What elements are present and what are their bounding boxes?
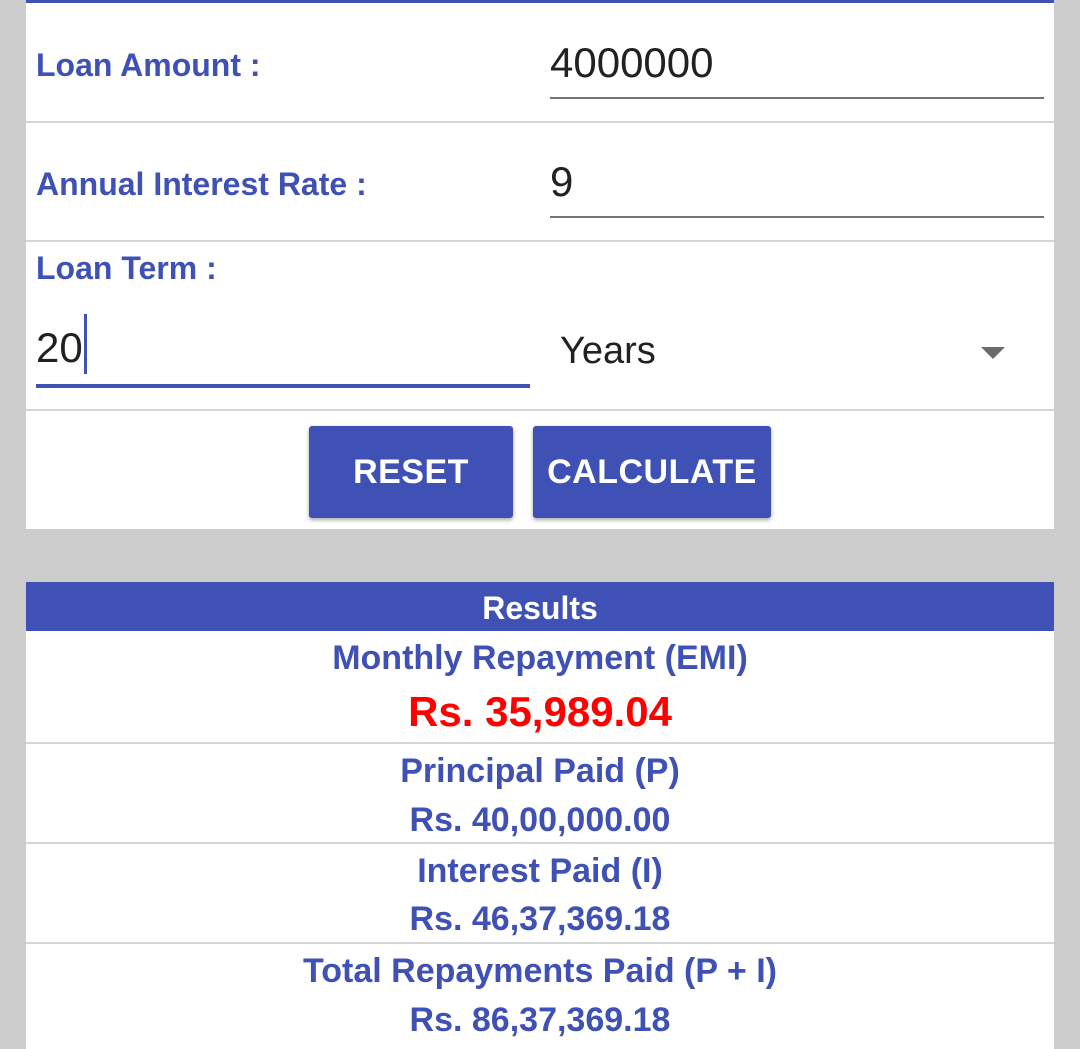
interest-rate-input[interactable]: 9 [550, 141, 1044, 218]
interest-rate-label: Annual Interest Rate : [36, 166, 367, 202]
loan-term-unit-value: Years [560, 330, 656, 372]
loan-term-unit-select[interactable]: Years [550, 312, 1044, 392]
principal-title: Principal Paid (P) [400, 752, 680, 790]
loan-term-value-wrap: 20 [36, 314, 87, 374]
total-result-row: Total Repayments Paid (P + I) Rs. 86,37,… [26, 944, 1054, 1049]
interest-value: Rs. 46,37,369.18 [409, 900, 671, 938]
chevron-down-icon [981, 347, 1005, 359]
results-header: Results [26, 582, 1054, 631]
loan-term-label: Loan Term : [36, 250, 217, 286]
text-cursor [83, 314, 87, 374]
reset-button[interactable]: RESET [309, 426, 513, 518]
emi-result-row: Monthly Repayment (EMI) Rs. 35,989.04 [26, 631, 1054, 744]
total-value: Rs. 86,37,369.18 [409, 1001, 671, 1039]
loan-term-input[interactable]: 20 [36, 304, 530, 388]
loan-amount-row: Loan Amount : 4000000 [26, 3, 1054, 123]
loan-term-value: 20 [36, 324, 83, 371]
loan-form-card: Loan Amount : 4000000 Annual Interest Ra… [26, 0, 1054, 529]
emi-value: Rs. 35,989.04 [408, 688, 672, 735]
interest-rate-row: Annual Interest Rate : 9 [26, 123, 1054, 242]
results-card: Results Monthly Repayment (EMI) Rs. 35,9… [26, 582, 1054, 1049]
interest-result-row: Interest Paid (I) Rs. 46,37,369.18 [26, 844, 1054, 944]
interest-title: Interest Paid (I) [417, 852, 663, 890]
loan-amount-input[interactable]: 4000000 [550, 23, 1044, 99]
emi-title: Monthly Repayment (EMI) [332, 639, 748, 677]
loan-term-row: Loan Term : 20 Years [26, 242, 1054, 411]
principal-result-row: Principal Paid (P) Rs. 40,00,000.00 [26, 744, 1054, 844]
loan-amount-label: Loan Amount : [36, 47, 261, 83]
total-title: Total Repayments Paid (P + I) [303, 952, 777, 990]
principal-value: Rs. 40,00,000.00 [409, 801, 671, 839]
calculate-button[interactable]: CALCULATE [533, 426, 771, 518]
interest-rate-value: 9 [550, 158, 574, 205]
loan-amount-value: 4000000 [550, 39, 714, 86]
